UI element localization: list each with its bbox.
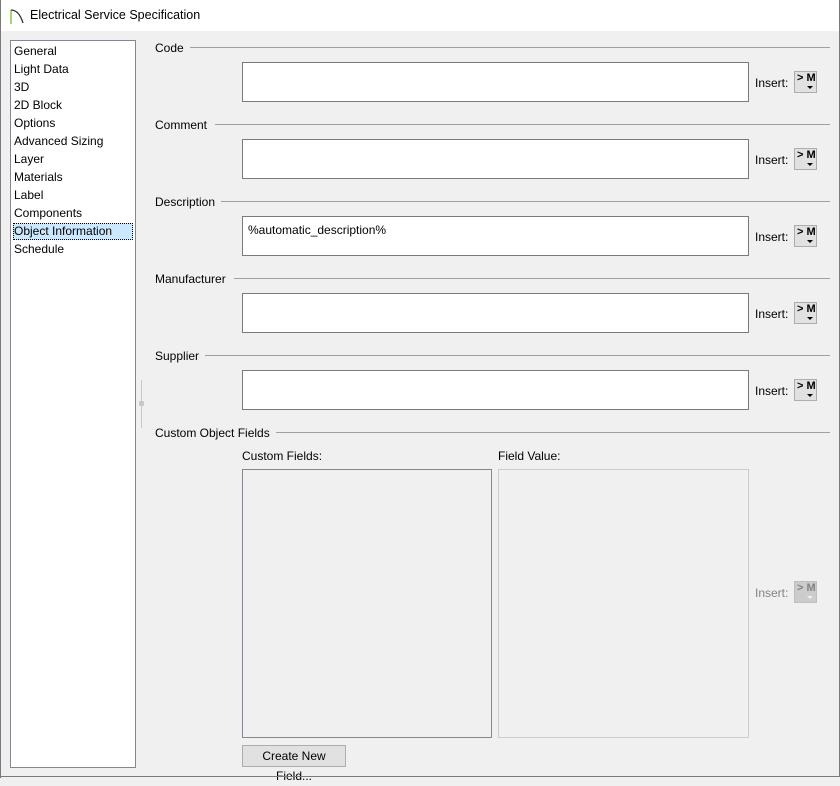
custom-insert-macro-button[interactable]: > M xyxy=(794,581,817,603)
custom-fields-label: Custom Fields: xyxy=(242,449,323,463)
custom-insert-label: Insert: xyxy=(755,586,789,600)
field-value-input[interactable] xyxy=(498,469,749,738)
window-edge xyxy=(0,31,1,778)
dropdown-arrow-icon xyxy=(807,317,813,320)
field-value-label: Field Value: xyxy=(498,449,561,463)
custom-object-fields-label: Custom Object Fields xyxy=(155,426,276,440)
custom-fields-divider xyxy=(274,432,830,433)
description-input[interactable]: %automatic_description% xyxy=(242,216,749,256)
dropdown-arrow-icon xyxy=(807,596,813,599)
manufacturer-divider xyxy=(234,278,830,279)
dropdown-arrow-icon xyxy=(807,240,813,243)
dropdown-arrow-icon xyxy=(807,394,813,397)
description-value: %automatic_description% xyxy=(248,223,387,237)
macro-icon: > M xyxy=(797,72,816,84)
code-insert-label: Insert: xyxy=(755,76,789,90)
code-input[interactable] xyxy=(242,62,749,102)
nav-item-layer[interactable]: Layer xyxy=(13,151,44,168)
supplier-input[interactable] xyxy=(242,370,749,410)
window-title: Electrical Service Specification xyxy=(30,8,201,22)
supplier-divider xyxy=(203,355,830,356)
custom-fields-list[interactable] xyxy=(242,469,492,738)
dropdown-arrow-icon xyxy=(807,86,813,89)
description-divider xyxy=(221,201,830,202)
supplier-label: Supplier xyxy=(155,349,206,363)
nav-item-general[interactable]: General xyxy=(13,43,57,60)
nav-item-schedule[interactable]: Schedule xyxy=(13,241,64,258)
nav-item-2d-block[interactable]: 2D Block xyxy=(13,97,62,114)
nav-item-options[interactable]: Options xyxy=(13,115,55,132)
splitter-grip-icon[interactable] xyxy=(139,401,144,406)
manufacturer-insert-label: Insert: xyxy=(755,307,789,321)
manufacturer-input[interactable] xyxy=(242,293,749,333)
macro-icon: > M xyxy=(797,149,816,161)
title-bar: Electrical Service Specification xyxy=(0,0,840,31)
description-insert-label: Insert: xyxy=(755,230,789,244)
create-new-field-button[interactable]: Create New Field... xyxy=(242,745,346,783)
manufacturer-insert-macro-button[interactable]: > M xyxy=(794,302,817,324)
comment-input[interactable] xyxy=(242,139,749,179)
code-divider xyxy=(189,47,830,48)
nav-item-light-data[interactable]: Light Data xyxy=(13,61,69,78)
comment-insert-macro-button[interactable]: > M xyxy=(794,148,817,170)
code-label: Code xyxy=(155,41,190,55)
macro-icon: > M xyxy=(797,303,816,315)
macro-icon: > M xyxy=(797,226,816,238)
comment-divider xyxy=(215,124,830,125)
dropdown-arrow-icon xyxy=(807,163,813,166)
nav-item-3d[interactable]: 3D xyxy=(13,79,29,96)
description-insert-macro-button[interactable]: > M xyxy=(794,225,817,247)
code-insert-macro-button[interactable]: > M xyxy=(794,71,817,93)
macro-icon: > M xyxy=(797,380,816,392)
nav-item-object-information[interactable]: Object Information xyxy=(13,223,133,240)
comment-label: Comment xyxy=(155,118,214,132)
description-label: Description xyxy=(155,195,222,209)
manufacturer-label: Manufacturer xyxy=(155,272,232,286)
app-arch-icon xyxy=(10,9,24,24)
macro-icon: > M xyxy=(797,582,816,594)
nav-item-components[interactable]: Components xyxy=(13,205,82,222)
supplier-insert-macro-button[interactable]: > M xyxy=(794,379,817,401)
comment-insert-label: Insert: xyxy=(755,153,789,167)
nav-item-materials[interactable]: Materials xyxy=(13,169,63,186)
category-list[interactable]: General Light Data 3D 2D Block Options A… xyxy=(10,40,136,768)
nav-item-label[interactable]: Label xyxy=(13,187,43,204)
supplier-insert-label: Insert: xyxy=(755,384,789,398)
nav-item-advanced-sizing[interactable]: Advanced Sizing xyxy=(13,133,103,150)
